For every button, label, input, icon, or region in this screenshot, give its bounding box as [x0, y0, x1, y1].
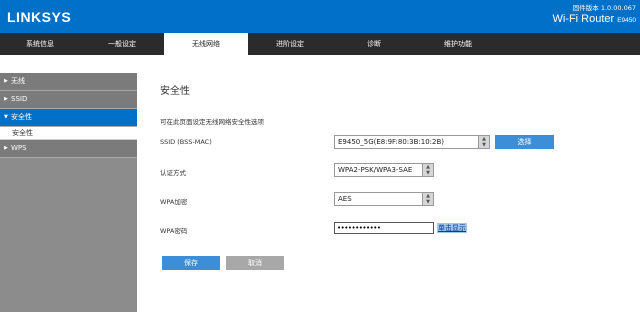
auth-method-label: 认证方式	[160, 169, 186, 177]
auth-method-value: WPA2-PSK/WPA3-SAE	[338, 166, 413, 174]
chevron-right-icon: ▶	[4, 145, 8, 151]
cancel-button[interactable]: 取消	[226, 256, 284, 270]
linksys-logo: LINKSYS	[7, 9, 72, 25]
sidebar-item-label: 无线	[11, 77, 25, 85]
sidebar-item-security[interactable]: ▼ 安全性	[0, 109, 137, 127]
password-field[interactable]: ••••••••••••	[334, 222, 434, 234]
save-button[interactable]: 保存	[162, 256, 220, 270]
chevron-down-icon: ▼	[4, 114, 8, 120]
ssid-select-value: E9450_5G(E8:9F:80:3B:10:2B)	[338, 138, 445, 146]
tab-maintenance[interactable]: 维护功能	[416, 33, 500, 55]
up-down-arrows-icon: ▲ ▼	[422, 164, 433, 176]
tab-advanced-settings[interactable]: 进阶设定	[248, 33, 332, 55]
header-bar: LINKSYS 固件版本 1.0.00.067 Wi-Fi Router E945…	[0, 0, 640, 33]
product-name: Wi-Fi Router E9450	[552, 13, 636, 25]
tab-wireless[interactable]: 无线网络	[164, 33, 248, 55]
sidebar-item-label: WPS	[11, 144, 27, 152]
password-label: WPA密码	[160, 227, 188, 235]
show-password-link[interactable]: 单击显示	[437, 223, 467, 233]
up-down-arrows-icon: ▲ ▼	[478, 136, 489, 148]
page-description: 可在此页面设定无线网络安全性选项	[160, 118, 264, 126]
sidebar: ▶ 无线 ▶ SSID ▼ 安全性 安全性 ▶ WPS	[0, 55, 137, 312]
encryption-label: WPA加密	[160, 198, 188, 206]
main-tab-bar: 系统信息 一般设定 无线网络 进阶设定 诊断 维护功能	[0, 33, 640, 55]
up-down-arrows-icon: ▲ ▼	[422, 193, 433, 205]
sidebar-subitem-security[interactable]: 安全性	[0, 127, 137, 140]
auth-method-select[interactable]: WPA2-PSK/WPA3-SAE ▲ ▼	[334, 163, 434, 177]
model-number: E9450	[617, 17, 636, 24]
firmware-version: 固件版本 1.0.00.067	[572, 4, 636, 12]
page-title: 安全性	[160, 86, 190, 97]
chevron-right-icon: ▶	[4, 78, 8, 84]
chevron-right-icon: ▶	[4, 96, 8, 102]
sidebar-item-wireless[interactable]: ▶ 无线	[0, 73, 137, 91]
tab-system-info[interactable]: 系统信息	[0, 33, 80, 55]
main-content: 安全性 可在此页面设定无线网络安全性选项 SSID (BSS-MAC) E945…	[137, 55, 640, 312]
sidebar-item-label: 安全性	[11, 113, 32, 121]
choose-button[interactable]: 选择	[495, 135, 554, 149]
sidebar-item-wps[interactable]: ▶ WPS	[0, 140, 137, 158]
sidebar-item-ssid[interactable]: ▶ SSID	[0, 91, 137, 109]
tab-diagnostics[interactable]: 诊断	[332, 33, 416, 55]
tab-general-settings[interactable]: 一般设定	[80, 33, 164, 55]
ssid-select[interactable]: E9450_5G(E8:9F:80:3B:10:2B) ▲ ▼	[334, 135, 490, 149]
encryption-value: AES	[338, 195, 352, 203]
ssid-label: SSID (BSS-MAC)	[160, 138, 212, 146]
encryption-select[interactable]: AES ▲ ▼	[334, 192, 434, 206]
product-title: Wi-Fi Router	[552, 13, 615, 25]
sidebar-item-label: SSID	[11, 95, 28, 103]
